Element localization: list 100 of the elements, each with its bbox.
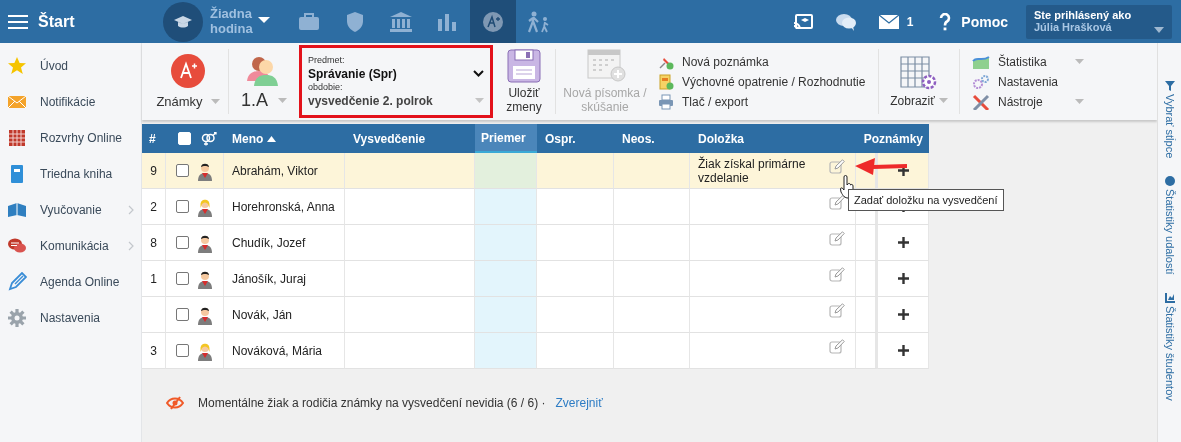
pointer-arrow <box>855 158 907 176</box>
sidebar-item[interactable]: Úvod <box>0 48 141 84</box>
column-header[interactable]: Poznámky <box>856 124 929 153</box>
settings-icon <box>7 308 27 328</box>
sidebar-item[interactable]: Notifikácie <box>0 84 141 120</box>
publish-link[interactable]: Zverejniť <box>555 396 603 410</box>
view-button[interactable]: Zobraziť <box>890 54 948 109</box>
envelope-icon <box>878 14 899 29</box>
column-header[interactable]: # <box>142 124 166 153</box>
row-number: 1 <box>150 271 157 286</box>
column-header[interactable]: Priemer <box>475 124 537 153</box>
column-header[interactable]: Ospr. <box>537 124 614 153</box>
user-menu[interactable]: Ste prihlásený ako Júlia Hrašková <box>1026 4 1172 39</box>
walking-people-icon <box>527 10 551 33</box>
grades-button[interactable]: Známky <box>156 54 220 109</box>
table-row[interactable]: 8 Chudík, Jozef <box>142 225 929 261</box>
caret-icon <box>938 98 948 104</box>
side-tab[interactable]: Vybrať stĺpce <box>1163 81 1176 159</box>
area-chart-icon <box>972 53 990 70</box>
table-row[interactable]: 1 Jánošík, Juraj <box>142 261 929 297</box>
notice-text: Momentálne žiak a rodičia známky na vysvedčení nevidia (6 / 6) · <box>198 396 546 410</box>
side-tab[interactable]: Štatistiky udalostí <box>1163 176 1176 275</box>
sidebar-item[interactable]: Nastavenia <box>0 300 141 336</box>
chevron-icon <box>473 70 484 77</box>
row-number: 2 <box>150 199 157 214</box>
edit-icon[interactable] <box>829 195 845 210</box>
tooltip: Zadať doložku na vysvedčení <box>848 189 1004 211</box>
select-all-checkbox[interactable] <box>178 132 191 145</box>
sidebar-item[interactable]: Triedna kniha <box>0 156 141 192</box>
row-checkbox[interactable] <box>176 272 189 285</box>
row-checkbox[interactable] <box>176 164 189 177</box>
graduation-cap-button[interactable] <box>163 1 203 42</box>
column-header[interactable]: Meno <box>224 124 345 153</box>
sidebar-item[interactable]: Agenda Online <box>0 264 141 300</box>
add-note-icon[interactable] <box>897 345 909 356</box>
calendar-icon <box>7 128 27 148</box>
column-header[interactable]: Vysvedčenie <box>345 124 475 153</box>
briefcase-icon <box>297 10 321 33</box>
toolbar-menu[interactable]: Štatistika <box>972 53 1084 70</box>
row-number: 8 <box>150 235 157 250</box>
row-checkbox[interactable] <box>176 344 189 357</box>
filter-icon <box>1164 81 1175 91</box>
bank-icon <box>389 10 413 33</box>
printer-icon <box>658 93 674 110</box>
add-note-icon[interactable] <box>897 309 909 320</box>
toolbar-action[interactable]: Nová poznámka <box>658 53 769 70</box>
hidden-eye-icon <box>166 396 184 410</box>
edit-icon[interactable] <box>829 231 845 246</box>
menu-button[interactable]: Štart <box>0 12 148 31</box>
column-header[interactable]: Neos. <box>614 124 690 153</box>
pen-icon <box>7 272 27 292</box>
cast-icon[interactable] <box>792 13 813 30</box>
period-select[interactable]: obdobie: vysvedčenie 2. polrok <box>308 81 484 109</box>
gears-icon <box>972 73 990 90</box>
row-checkbox[interactable] <box>176 236 189 249</box>
chart-icon <box>1164 292 1175 303</box>
document-icon <box>658 73 674 90</box>
toolbar-action[interactable]: Tlač / export <box>658 93 749 110</box>
add-note-icon[interactable] <box>897 165 909 176</box>
student-name[interactable]: Nováková, Mária <box>224 333 345 369</box>
caret-icon <box>1154 26 1164 33</box>
subject-select[interactable]: Predmet: Správanie (Spr) <box>308 54 484 82</box>
row-number: 3 <box>150 343 157 358</box>
row-checkbox[interactable] <box>176 200 189 213</box>
class-dropdown[interactable]: 1.A <box>241 52 287 111</box>
edit-icon[interactable] <box>829 159 845 174</box>
sidebar-item[interactable]: Komunikácia <box>0 228 141 264</box>
table-row[interactable]: Novák, Ján <box>142 297 929 333</box>
edit-icon[interactable] <box>829 267 845 282</box>
row-checkbox[interactable] <box>176 308 189 321</box>
menu-icon <box>8 13 28 30</box>
table-row[interactable]: 9 Abrahám, Viktor Žiak získal primárne vzdelanie <box>142 153 929 189</box>
caret-icon <box>475 98 484 103</box>
add-note-icon[interactable] <box>897 273 909 284</box>
grade-icon <box>481 10 505 33</box>
side-tab[interactable]: Štatistiky študentov <box>1163 292 1176 401</box>
toolbar-action[interactable]: Výchovné opatrenie / Rozhodnutie <box>658 73 866 90</box>
grade-icon <box>171 54 205 88</box>
star-icon <box>7 56 27 76</box>
toolbar-menu[interactable]: Nástroje <box>972 93 1084 110</box>
toolbar-menu[interactable]: Nastavenia <box>972 73 1084 90</box>
tools-icon <box>972 93 990 110</box>
add-note-icon[interactable] <box>897 237 909 248</box>
table-row[interactable]: 3 Nováková, Mária <box>142 333 929 369</box>
column-header[interactable]: Doložka <box>690 124 856 153</box>
nav-tab[interactable] <box>470 0 516 43</box>
messages-button[interactable]: 1 <box>878 14 914 29</box>
sidebar-item[interactable]: Vyučovanie <box>0 192 141 228</box>
question-mark-icon <box>939 12 952 31</box>
clause-text: Žiak získal primárne vzdelanie <box>698 156 807 185</box>
help-button[interactable]: Pomoc <box>939 12 1008 31</box>
sidebar-item[interactable]: Rozvrhy Online <box>0 120 141 156</box>
save-button[interactable]: Uložiť zmeny <box>504 48 544 115</box>
graduation-cap-icon <box>174 14 192 29</box>
edit-icon[interactable] <box>829 303 845 318</box>
caret-icon <box>210 99 220 104</box>
pie-icon <box>1164 176 1175 187</box>
caret-icon <box>278 97 287 103</box>
chat-icon[interactable] <box>834 12 857 31</box>
edit-icon[interactable] <box>829 339 845 354</box>
